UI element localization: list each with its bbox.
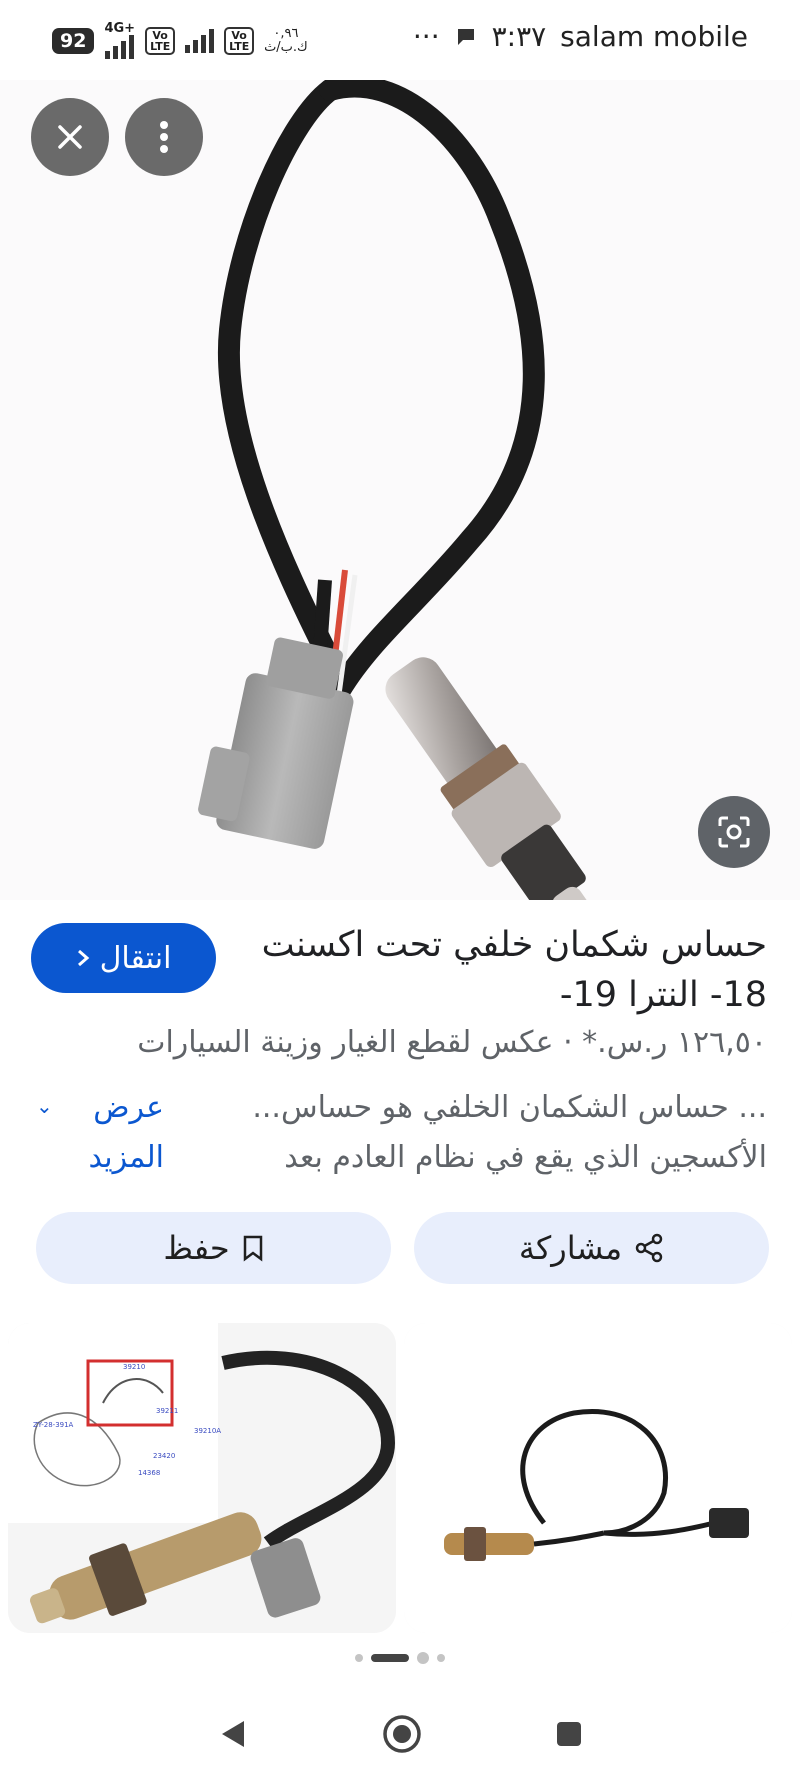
system-nav-bar — [0, 1690, 800, 1778]
bookmark-icon — [243, 1235, 262, 1262]
see-more-link[interactable]: عرض المزيد ⌄ — [36, 1083, 164, 1183]
lens-search-icon — [718, 816, 750, 848]
sensor-diagram-image: 39210 39211 39210A 23420 ZY-28-391A 1436… — [8, 1323, 396, 1633]
volte-badge: Vo LTE — [145, 26, 176, 55]
diagram-label: ZY-28-391A — [33, 1421, 74, 1429]
save-label: حفظ — [163, 1229, 230, 1267]
oxygen-sensor-image — [198, 80, 600, 900]
more-status-icon: ··· — [412, 20, 440, 53]
product-title[interactable]: حساس شكمان خلفي تحت اكسنت 18- النترا 19- — [247, 920, 767, 1020]
diagram-label: 23420 — [153, 1452, 175, 1460]
save-button[interactable]: حفظ — [36, 1212, 391, 1284]
page-dot — [437, 1654, 445, 1662]
share-icon — [635, 1233, 663, 1263]
page-dot — [355, 1654, 363, 1662]
diagram-label: 39211 — [156, 1407, 178, 1415]
see-more-label: عرض المزيد — [88, 1090, 164, 1175]
status-bar: 92 4G+ Vo LTE Vo LTE ٠,٩٦ ك.ب/ث ··· ٣:٣٧… — [0, 0, 800, 80]
signal-icon — [105, 35, 135, 59]
description: ... حساس الشكمان الخلفي هو حساس... الأكس… — [252, 1090, 767, 1175]
more-vert-icon — [160, 121, 168, 153]
status-icons: 92 4G+ Vo LTE Vo LTE ٠,٩٦ ك.ب/ث — [52, 22, 308, 59]
share-button[interactable]: مشاركة — [414, 1212, 769, 1284]
price-source: ١٢٦,٥٠ ر.س.* · عكس لقطع الغيار وزينة الس… — [137, 1025, 767, 1060]
lens-search-button[interactable] — [698, 796, 770, 868]
diagram-label: 14368 — [138, 1469, 160, 1477]
carrier-name: salam mobile — [560, 20, 748, 53]
more-options-button[interactable] — [125, 98, 203, 176]
diagram-label: 39210A — [194, 1427, 221, 1435]
volte-badge-2: Vo LTE — [224, 26, 255, 55]
diagram-label: 39210 — [123, 1363, 145, 1371]
visit-label: انتقال — [99, 940, 172, 976]
signal-group-1: 4G+ — [104, 22, 135, 59]
network-type: 4G+ — [104, 21, 136, 36]
speed-unit: ك.ب/ث — [264, 39, 308, 55]
product-image[interactable] — [0, 80, 800, 900]
battery-indicator: 92 — [52, 27, 95, 54]
status-right: ··· ٣:٣٧ salam mobile — [413, 20, 748, 53]
sensor-product-image — [404, 1323, 792, 1633]
data-speed: ٠,٩٦ ك.ب/ث — [264, 25, 308, 55]
page-dot-active — [371, 1654, 409, 1662]
close-button[interactable] — [31, 98, 109, 176]
chevron-down-icon: ⌄ — [36, 1094, 53, 1118]
visit-button[interactable]: انتقال — [31, 923, 216, 993]
speed-value: ٠,٩٦ — [273, 25, 299, 41]
related-image-card-1[interactable]: 39210 39211 39210A 23420 ZY-28-391A 1436… — [8, 1323, 396, 1633]
related-image-card-2[interactable] — [404, 1323, 792, 1633]
chevron-right-icon — [77, 949, 89, 967]
back-icon[interactable] — [216, 1717, 250, 1751]
clock: ٣:٣٧ — [491, 20, 547, 53]
recents-icon[interactable] — [554, 1719, 584, 1749]
share-label: مشاركة — [518, 1229, 623, 1267]
carousel-pagination — [0, 1652, 800, 1664]
signal-icon-2 — [185, 28, 215, 53]
message-icon — [457, 28, 474, 45]
home-icon[interactable] — [381, 1713, 423, 1755]
page-dot — [417, 1652, 429, 1664]
close-icon — [58, 125, 82, 149]
